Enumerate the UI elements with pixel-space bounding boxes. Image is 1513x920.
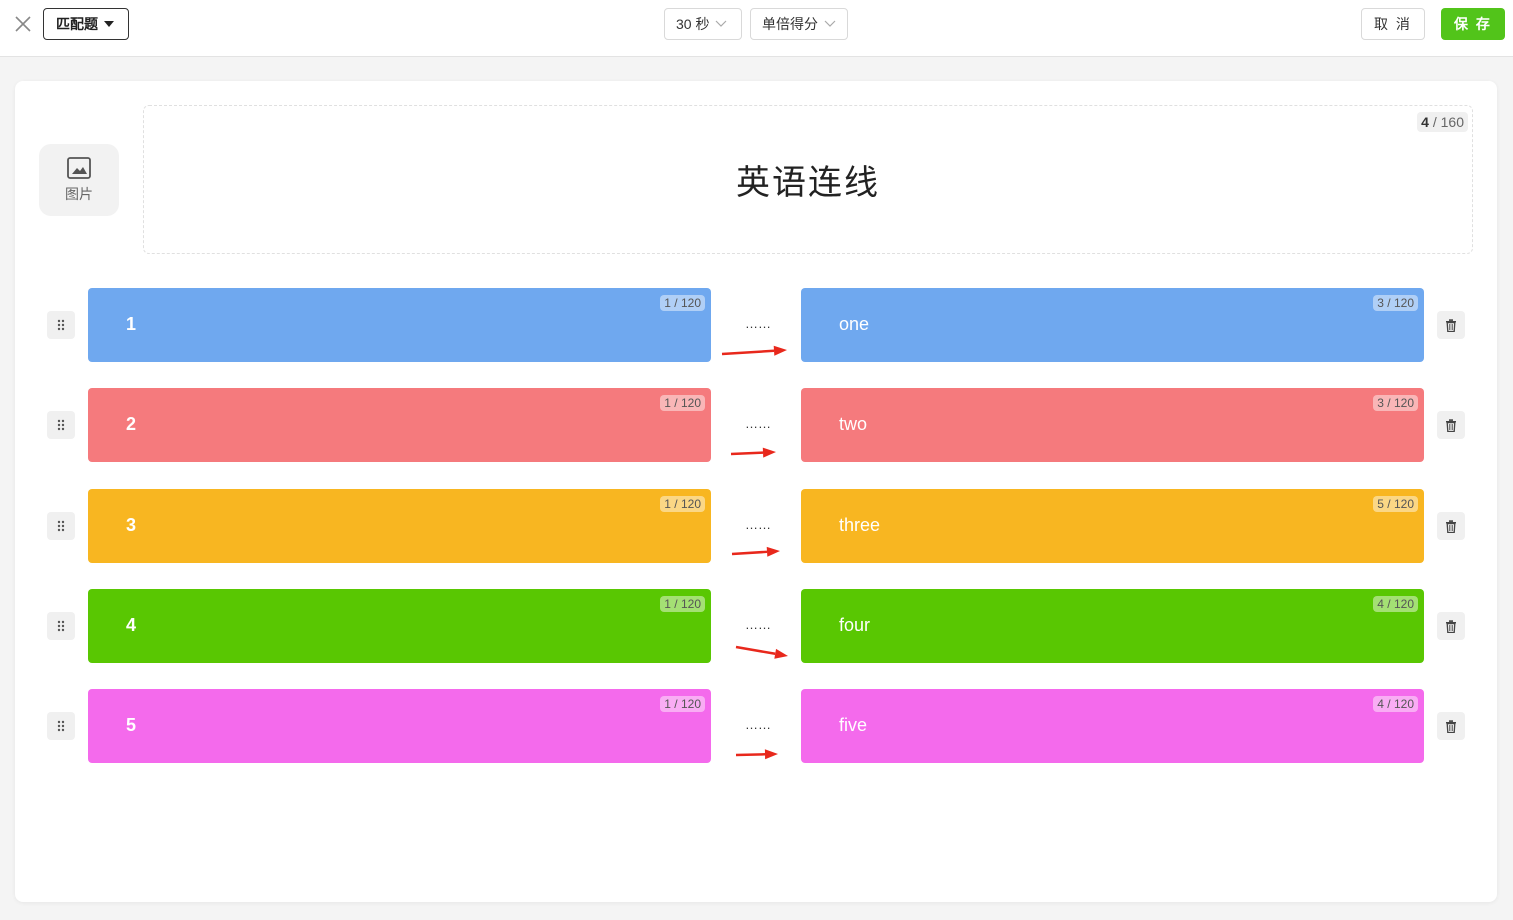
- drag-handle[interactable]: [47, 411, 75, 439]
- left-option-char-counter: 1 / 120: [660, 295, 705, 311]
- connector-dots: ……: [745, 316, 771, 331]
- chevron-down-icon: [716, 20, 727, 27]
- right-option-input[interactable]: four 4 / 120: [801, 589, 1424, 663]
- drag-handle-icon: [57, 419, 65, 431]
- left-option-char-counter: 1 / 120: [660, 696, 705, 712]
- connector-dots: ……: [745, 617, 771, 632]
- connector-dots: ……: [745, 717, 771, 732]
- left-option-char-counter: 1 / 120: [660, 596, 705, 612]
- chevron-down-icon: [824, 20, 836, 27]
- drag-handle-icon: [57, 620, 65, 632]
- delete-pair-button[interactable]: [1437, 512, 1465, 540]
- left-option-char-counter: 1 / 120: [660, 395, 705, 411]
- right-option-char-counter: 4 / 120: [1373, 596, 1418, 612]
- close-icon: [15, 16, 31, 32]
- left-option-char-counter: 1 / 120: [660, 496, 705, 512]
- trash-icon: [1446, 318, 1456, 332]
- left-option-input[interactable]: 2 1 / 120: [88, 388, 711, 462]
- drag-handle[interactable]: [47, 311, 75, 339]
- left-option-input[interactable]: 1 1 / 120: [88, 288, 711, 362]
- connector-dots: ……: [745, 517, 771, 532]
- right-option-input[interactable]: three 5 / 120: [801, 489, 1424, 563]
- right-option-char-counter: 4 / 120: [1373, 696, 1418, 712]
- question-title: 英语连线: [736, 164, 880, 202]
- right-option-text: one: [839, 314, 870, 334]
- drag-handle[interactable]: [47, 512, 75, 540]
- right-option-char-counter: 5 / 120: [1373, 496, 1418, 512]
- add-image-button[interactable]: 图片: [39, 144, 119, 216]
- trash-icon: [1446, 418, 1456, 432]
- question-type-label: 匹配题: [56, 16, 98, 32]
- close-button[interactable]: [12, 13, 34, 35]
- right-option-char-counter: 3 / 120: [1373, 295, 1418, 311]
- question-editor-card: 图片 英语连线 4 / 160 1 1 / 120 …… one 3 / 120…: [15, 81, 1497, 902]
- trash-icon: [1446, 519, 1456, 533]
- left-option-input[interactable]: 5 1 / 120: [88, 689, 711, 763]
- left-option-text: 4: [126, 615, 137, 635]
- right-option-input[interactable]: five 4 / 120: [801, 689, 1424, 763]
- drag-handle[interactable]: [47, 612, 75, 640]
- left-option-text: 3: [126, 515, 137, 535]
- scoring-select[interactable]: 单倍得分: [750, 8, 848, 40]
- right-option-text: three: [839, 515, 881, 535]
- delete-pair-button[interactable]: [1437, 411, 1465, 439]
- caret-down-icon: [104, 21, 114, 27]
- drag-handle-icon: [57, 720, 65, 732]
- trash-icon: [1446, 719, 1456, 733]
- match-pair-row: 1 1 / 120 …… one 3 / 120: [15, 288, 1497, 363]
- match-pair-row: 3 1 / 120 …… three 5 / 120: [15, 489, 1497, 564]
- left-option-text: 2: [126, 414, 137, 434]
- cancel-button[interactable]: 取 消: [1361, 8, 1425, 40]
- right-option-char-counter: 3 / 120: [1373, 395, 1418, 411]
- drag-handle-icon: [57, 319, 65, 331]
- time-limit-value: 30 秒: [676, 16, 710, 32]
- image-icon: [67, 157, 91, 179]
- drag-handle[interactable]: [47, 712, 75, 740]
- title-char-max: / 160: [1428, 114, 1464, 130]
- left-option-input[interactable]: 4 1 / 120: [88, 589, 711, 663]
- drag-handle-icon: [57, 520, 65, 532]
- left-option-input[interactable]: 3 1 / 120: [88, 489, 711, 563]
- match-pair-row: 2 1 / 120 …… two 3 / 120: [15, 388, 1497, 463]
- add-image-label: 图片: [65, 186, 93, 202]
- left-option-text: 1: [126, 314, 137, 334]
- time-limit-select[interactable]: 30 秒: [664, 8, 742, 40]
- delete-pair-button[interactable]: [1437, 612, 1465, 640]
- right-option-input[interactable]: one 3 / 120: [801, 288, 1424, 362]
- question-type-select[interactable]: 匹配题: [43, 8, 129, 40]
- delete-pair-button[interactable]: [1437, 311, 1465, 339]
- title-char-counter: 4 / 160: [1417, 112, 1468, 132]
- question-title-input[interactable]: 英语连线 4 / 160: [143, 105, 1473, 254]
- right-option-text: two: [839, 414, 868, 434]
- save-button[interactable]: 保 存: [1441, 8, 1505, 40]
- delete-pair-button[interactable]: [1437, 712, 1465, 740]
- connector-dots: ……: [745, 416, 771, 431]
- right-option-input[interactable]: two 3 / 120: [801, 388, 1424, 462]
- left-option-text: 5: [126, 715, 137, 735]
- right-option-text: five: [839, 715, 868, 735]
- title-char-count: 4: [1421, 114, 1429, 130]
- match-pair-row: 5 1 / 120 …… five 4 / 120: [15, 689, 1497, 764]
- trash-icon: [1446, 619, 1456, 633]
- match-pair-row: 4 1 / 120 …… four 4 / 120: [15, 589, 1497, 664]
- right-option-text: four: [839, 615, 871, 635]
- top-toolbar: 匹配题 30 秒 单倍得分 取 消 保 存: [0, 0, 1513, 57]
- scoring-value: 单倍得分: [762, 16, 818, 32]
